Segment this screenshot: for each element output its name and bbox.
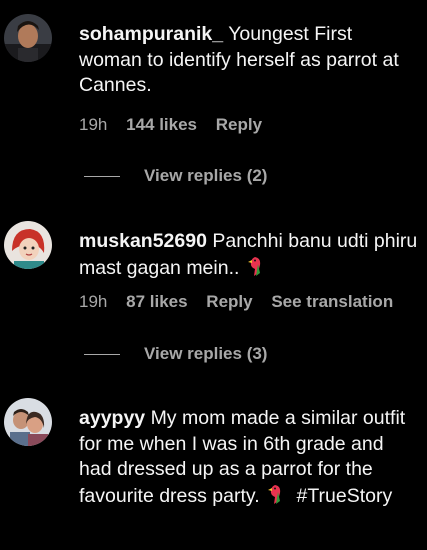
avatar[interactable] bbox=[4, 14, 52, 62]
divider-line bbox=[84, 353, 120, 355]
view-replies-label: View replies (2) bbox=[144, 166, 268, 185]
parrot-emoji-icon bbox=[265, 483, 285, 513]
parrot-emoji-icon bbox=[245, 255, 265, 285]
view-replies-button[interactable]: View replies (2) bbox=[84, 166, 267, 186]
avatar[interactable] bbox=[4, 398, 52, 446]
comment-text: sohampuranik_ Youngest First woman to id… bbox=[79, 22, 419, 99]
timestamp: 19h bbox=[79, 115, 108, 134]
comment-meta: 19h 144 likes Reply bbox=[79, 115, 276, 135]
likes-count[interactable]: 87 likes bbox=[126, 292, 187, 311]
divider-line bbox=[84, 175, 120, 177]
see-translation-button[interactable]: See translation bbox=[271, 292, 393, 311]
username[interactable]: sohampuranik_ bbox=[79, 23, 223, 45]
timestamp: 19h bbox=[79, 292, 108, 311]
reply-button[interactable]: Reply bbox=[216, 115, 262, 134]
view-replies-label: View replies (3) bbox=[144, 344, 268, 363]
likes-count[interactable]: 144 likes bbox=[126, 115, 197, 134]
username[interactable]: muskan52690 bbox=[79, 230, 207, 252]
reply-button[interactable]: Reply bbox=[206, 292, 252, 311]
comment-text: ayypyy My mom made a similar outfit for … bbox=[79, 406, 414, 512]
hashtag-link[interactable]: #TrueStory bbox=[296, 485, 392, 507]
avatar[interactable] bbox=[4, 221, 52, 269]
comment-meta: 19h 87 likes Reply See translation bbox=[79, 292, 407, 312]
username[interactable]: ayypyy bbox=[79, 407, 145, 429]
comment-text: muskan52690 Panchhi banu udti phiru mast… bbox=[79, 229, 419, 284]
view-replies-button[interactable]: View replies (3) bbox=[84, 344, 267, 364]
